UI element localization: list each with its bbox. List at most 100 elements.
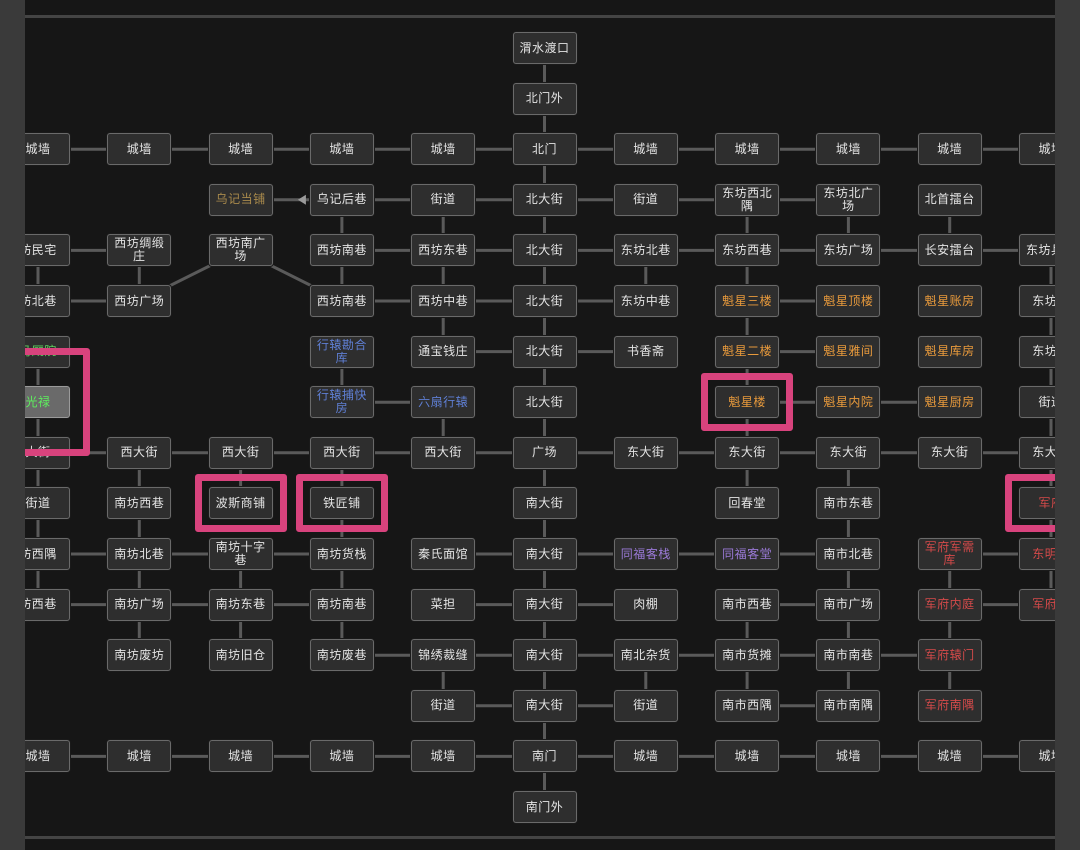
room-xidajie-3[interactable]: 西大街: [309, 436, 374, 469]
room-wall-s4[interactable]: 城墙: [411, 740, 476, 773]
room-changanleitai[interactable]: 长安擂台: [917, 234, 982, 267]
room-kuixingchufang[interactable]: 魁星厨房: [917, 386, 982, 419]
room-tiejiangpu[interactable]: 铁匠铺: [309, 487, 374, 520]
room-tongbaoqianzhuang[interactable]: 通宝钱庄: [411, 335, 476, 368]
room-nandajie-10[interactable]: 南大街: [512, 538, 577, 570]
room-jiedao-w9[interactable]: 街道: [25, 487, 70, 520]
room-xidajie-1[interactable]: 西大街: [107, 436, 172, 469]
room-nanfangdongxiang[interactable]: 南坊东巷: [208, 588, 273, 621]
room-nanfangguangchang[interactable]: 南坊广场: [107, 588, 172, 621]
room-kuixingzhangfang[interactable]: 魁星账房: [917, 285, 982, 317]
room-nanfangnanxiang[interactable]: 南坊南巷: [309, 588, 374, 621]
room-dajie-w[interactable]: 大街: [25, 436, 70, 469]
room-wujidangpu[interactable]: 乌记当铺: [208, 183, 273, 216]
room-nandajie-12[interactable]: 南大街: [512, 639, 577, 672]
room-juyuyuan[interactable]: 马厩院: [25, 335, 70, 368]
room-wall-n1[interactable]: 城墙: [107, 133, 172, 166]
room-kuixingerlou[interactable]: 魁星二楼: [715, 335, 780, 368]
room-wall-n0[interactable]: 城墙: [25, 133, 70, 166]
room-jiedao-ne[interactable]: 街道: [613, 183, 678, 216]
room-beimen[interactable]: 北门: [512, 133, 577, 166]
room-xifangzhongxiang[interactable]: 西坊中巷: [411, 285, 476, 317]
room-xifangdongxiang[interactable]: 西坊东巷: [411, 234, 476, 267]
room-junfuneiting[interactable]: 军府内庭: [917, 588, 982, 621]
room-nandajie-11[interactable]: 南大街: [512, 588, 577, 621]
room-jiedao-e7[interactable]: 街道: [1019, 386, 1055, 419]
room-nanmenwai[interactable]: 南门外: [512, 791, 577, 823]
room-beidajie-5[interactable]: 北大街: [512, 285, 577, 317]
room-nandajie-9[interactable]: 南大街: [512, 487, 577, 520]
room-junfunanyu[interactable]: 军府南隅: [917, 689, 982, 722]
room-jiedao-s6[interactable]: 街道: [613, 689, 678, 722]
room-dongfangguangchang[interactable]: 东坊广场: [816, 234, 881, 267]
room-dongdajie-8[interactable]: 东大街: [816, 436, 881, 469]
room-nanfangxixiang[interactable]: 南坊西巷: [107, 487, 172, 520]
room-wall-n3[interactable]: 城墙: [309, 133, 374, 166]
room-fangxixiang-11[interactable]: 坊西巷: [25, 588, 70, 621]
room-huichuntang[interactable]: 回春堂: [715, 487, 780, 520]
room-fangminzhai[interactable]: 坊民宅: [25, 234, 70, 267]
room-bosishangpu[interactable]: 波斯商铺: [208, 487, 273, 520]
room-dongdajie-7[interactable]: 东大街: [715, 436, 780, 469]
room-beidajie-7[interactable]: 北大街: [512, 386, 577, 419]
room-wall-n2[interactable]: 城墙: [208, 133, 273, 166]
room-beidajie-6[interactable]: 北大街: [512, 335, 577, 368]
room-wall-s9[interactable]: 城墙: [917, 740, 982, 773]
room-xifangchouduanzhuang[interactable]: 西坊绸缎庄: [107, 234, 172, 267]
room-dongfangdong[interactable]: 东坊东: [1019, 285, 1055, 317]
room-junfu-e9[interactable]: 军府: [1019, 487, 1055, 520]
room-xifangguangchang[interactable]: 西坊广场: [107, 285, 172, 317]
room-beishouleitai[interactable]: 北首擂台: [917, 183, 982, 216]
room-xingyuanbukuai[interactable]: 行辕捕快房: [309, 386, 374, 419]
room-dongfangbingtan[interactable]: 东坊兵摊: [1019, 234, 1055, 267]
room-kuixinglou[interactable]: 魁星楼: [715, 386, 780, 419]
room-nanfanghuozhan[interactable]: 南坊货栈: [309, 538, 374, 570]
room-dongdajie-6[interactable]: 东大街: [613, 436, 678, 469]
room-jiedao-nw[interactable]: 街道: [411, 183, 476, 216]
room-wall-n4[interactable]: 城墙: [411, 133, 476, 166]
room-shuxiangzhai[interactable]: 书香斋: [613, 335, 678, 368]
room-caidan[interactable]: 菜担: [411, 588, 476, 621]
room-liushanxingyuan[interactable]: 六扇行辕: [411, 386, 476, 419]
room-beimenwai[interactable]: 北门外: [512, 82, 577, 115]
room-wall-s1[interactable]: 城墙: [107, 740, 172, 773]
room-wall-s6[interactable]: 城墙: [613, 740, 678, 773]
room-fangbeixiang[interactable]: 坊北巷: [25, 285, 70, 317]
room-nanshihuotan[interactable]: 南市货摊: [715, 639, 780, 672]
room-nanfangfeifang[interactable]: 南坊废坊: [107, 639, 172, 672]
room-kuixingyajian[interactable]: 魁星雅间: [816, 335, 881, 368]
room-nanshixixiang[interactable]: 南市西巷: [715, 588, 780, 621]
room-beidajie-3[interactable]: 北大街: [512, 183, 577, 216]
room-nanshinanxiang[interactable]: 南市南巷: [816, 639, 881, 672]
room-tongfuketang[interactable]: 同福客堂: [715, 538, 780, 570]
room-wall-s8[interactable]: 城墙: [816, 740, 881, 773]
room-fangxiyu-10[interactable]: 坊西隅: [25, 538, 70, 570]
room-nanfangshizixiang[interactable]: 南坊十字巷: [208, 538, 273, 570]
room-junfuxiao[interactable]: 军府校: [1019, 588, 1055, 621]
room-wall-n8[interactable]: 城墙: [816, 133, 881, 166]
room-dongdajie-9[interactable]: 东大街: [917, 436, 982, 469]
room-kuixingkufang[interactable]: 魁星库房: [917, 335, 982, 368]
room-kuixingsanlou[interactable]: 魁星三楼: [715, 285, 780, 317]
room-xingyuankanhe[interactable]: 行辕勘合库: [309, 335, 374, 368]
room-wall-s2[interactable]: 城墙: [208, 740, 273, 773]
room-nanshibeixiang[interactable]: 南市北巷: [816, 538, 881, 570]
room-nanshixiyu[interactable]: 南市西隅: [715, 689, 780, 722]
room-nanbeizahuo[interactable]: 南北杂货: [613, 639, 678, 672]
room-junfuyuanmen[interactable]: 军府辕门: [917, 639, 982, 672]
room-roupeng[interactable]: 肉棚: [613, 588, 678, 621]
room-kuixingdinglou[interactable]: 魁星顶楼: [816, 285, 881, 317]
room-dongfangbeixiang[interactable]: 东坊北巷: [613, 234, 678, 267]
room-nanfangjiucang[interactable]: 南坊旧仓: [208, 639, 273, 672]
room-dongfangbeiguangchang[interactable]: 东坊北广场: [816, 183, 881, 216]
room-guangchang[interactable]: 广场: [512, 436, 577, 469]
room-wujihouxiang[interactable]: 乌记后巷: [309, 183, 374, 216]
room-dongfangzhongxiang[interactable]: 东坊中巷: [613, 285, 678, 317]
room-kuixingneiyuan[interactable]: 魁星内院: [816, 386, 881, 419]
room-wall-s0[interactable]: 城墙: [25, 740, 70, 773]
room-guanglu[interactable]: 光禄: [25, 386, 70, 419]
room-jiedao-s4[interactable]: 街道: [411, 689, 476, 722]
room-wall-n7[interactable]: 城墙: [715, 133, 780, 166]
room-wall-s7[interactable]: 城墙: [715, 740, 780, 773]
room-nandajie-13[interactable]: 南大街: [512, 689, 577, 722]
